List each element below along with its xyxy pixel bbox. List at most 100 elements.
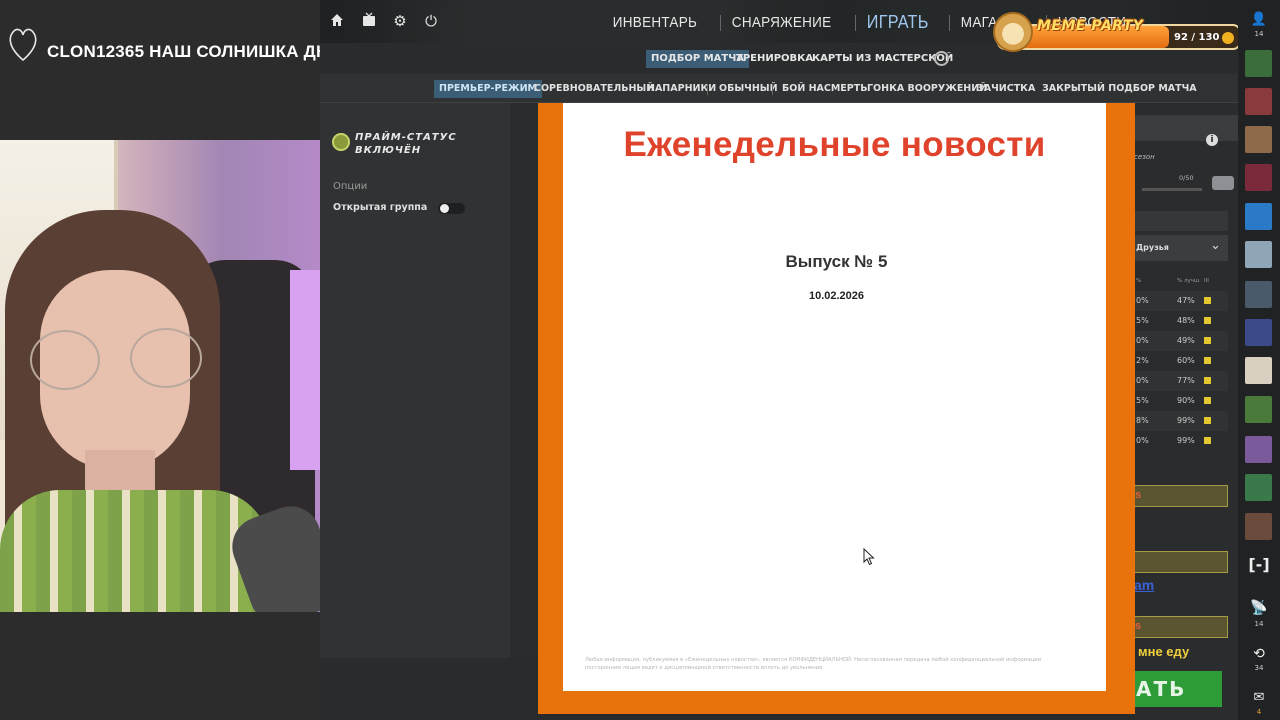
friend-row[interactable]: 5% 90% (1134, 391, 1228, 411)
menu-inventory[interactable]: ИНВЕНТАРЬ (602, 14, 708, 31)
doge-icon (993, 12, 1033, 52)
banner-message: CLON12365 НАШ СОЛНИШКА ДНЯ (47, 42, 341, 61)
avatar[interactable] (1245, 474, 1272, 501)
power-icon[interactable]: ⏻ (422, 12, 440, 30)
alert-link[interactable]: am (1134, 577, 1154, 593)
mode-retakes[interactable]: ЗАЧИСТКА (972, 80, 1040, 98)
meme-party-title: MEME PARTY (1037, 18, 1144, 34)
avatar[interactable] (1245, 281, 1272, 308)
prime-status-icon (332, 133, 350, 151)
friend-row[interactable]: 5% 48% (1134, 311, 1228, 331)
menu-play[interactable]: ИГРАТЬ (856, 12, 939, 33)
medal-icon (1204, 357, 1211, 364)
avatar[interactable] (1245, 513, 1272, 540)
avatar[interactable] (1245, 88, 1272, 115)
mode-premier[interactable]: ПРЕМЬЕР-РЕЖИМ (434, 80, 542, 98)
mode-divider (772, 84, 773, 95)
document-page: Еженедельные новости Выпуск № 5 10.02.20… (563, 103, 1106, 691)
broadcast-icon[interactable]: 📡 (1248, 600, 1270, 620)
globe-icon[interactable] (934, 51, 949, 66)
alert-row[interactable] (1134, 551, 1228, 573)
document-date: 10.02.2026 (808, 290, 865, 302)
webcam-sweater (0, 490, 270, 612)
column-header: % (1136, 278, 1142, 284)
avatar[interactable] (1245, 357, 1272, 384)
settings-gear-icon[interactable]: ⚙ (391, 12, 409, 30)
friend-row[interactable]: 0% 77% (1134, 371, 1228, 391)
season-progress-bar (1142, 188, 1202, 191)
friend-stat-b: 49% (1177, 336, 1195, 345)
medal-icon (1204, 317, 1211, 324)
alert-text: s (1135, 489, 1142, 501)
friend-stat-a: 5% (1136, 316, 1149, 325)
column-header: % лучш. (1177, 278, 1201, 284)
friend-row[interactable]: 0% 47% (1134, 291, 1228, 311)
document-title: Еженедельные новости (623, 125, 1046, 164)
tab-training[interactable]: ТРЕНИРОВКА (731, 50, 818, 68)
alert-row[interactable]: s (1134, 616, 1228, 638)
friend-stat-a: 2% (1136, 356, 1149, 365)
friends-dropdown[interactable]: Друзья ⌄ (1134, 235, 1228, 261)
friend-stat-b: 90% (1177, 396, 1195, 405)
options-label: Опции (333, 181, 368, 192)
column-header: ІІІ (1204, 278, 1209, 284)
webcam-glasses-left (30, 330, 100, 390)
mode-competitive[interactable]: СОРЕВНОВАТЕЛЬНЫЙ (529, 80, 659, 98)
medal-icon (1204, 437, 1211, 444)
avatar[interactable] (1245, 319, 1272, 346)
history-icon[interactable]: ⟲ (1248, 646, 1270, 666)
friend-stat-b: 47% (1177, 296, 1195, 305)
avatar[interactable] (1245, 241, 1272, 268)
mail-count: 4 (1256, 708, 1262, 716)
webcam-light (290, 270, 320, 470)
friend-row[interactable]: 0% 99% (1134, 431, 1228, 451)
avatar[interactable] (1245, 203, 1272, 230)
history-count: 34 (1254, 664, 1264, 672)
user-icon[interactable]: 👤 (1248, 12, 1270, 32)
medal-icon (1204, 417, 1211, 424)
tv-icon[interactable] (360, 12, 378, 30)
mail-icon[interactable]: ✉ (1248, 690, 1270, 710)
friend-stat-b: 99% (1177, 436, 1195, 445)
rank-header: i (1134, 115, 1238, 146)
mode-navigation: ПРЕМЬЕР-РЕЖИМ СОРЕВНОВАТЕЛЬНЫЙ НАПАРНИКИ… (320, 74, 1238, 103)
friend-stat-a: 0% (1136, 436, 1149, 445)
menu-loadout[interactable]: СНАРЯЖЕНИЕ (721, 14, 842, 31)
panel-row (1134, 211, 1228, 231)
avatar[interactable] (1245, 164, 1272, 191)
friend-stat-b: 60% (1177, 356, 1195, 365)
medal-icon (1204, 297, 1211, 304)
season-label: сезон (1134, 153, 1155, 161)
avatar[interactable] (1245, 126, 1272, 153)
avatar[interactable] (1245, 436, 1272, 463)
open-group-toggle[interactable] (438, 203, 465, 214)
rank-emblem-icon (1212, 176, 1234, 190)
home-icon[interactable] (328, 12, 346, 30)
prime-status-line2: ВКЛЮЧЁН (355, 145, 422, 156)
friend-row[interactable]: 0% 49% (1134, 331, 1228, 351)
friend-stat-a: 0% (1136, 336, 1149, 345)
connect-icon[interactable]: [-] (1248, 555, 1270, 575)
mode-deathmatch[interactable]: БОЙ НАСМЕРТЬ (777, 80, 872, 98)
open-group-label: Открытая группа (333, 202, 428, 213)
mode-private-matchmaking[interactable]: ЗАКРЫТЫЙ ПОДБОР МАТЧА (1037, 80, 1202, 98)
prime-status: ПРАЙМ-СТАТУС ВКЛЮЧЁН (355, 131, 457, 157)
avatar[interactable] (1245, 396, 1272, 423)
play-button[interactable]: АТЬ (1134, 671, 1222, 707)
info-icon[interactable]: i (1206, 134, 1218, 146)
chevron-down-icon[interactable]: ⌄ (1210, 238, 1221, 253)
friend-row[interactable]: 2% 60% (1134, 351, 1228, 371)
medal-icon (1204, 337, 1211, 344)
avatar[interactable] (1245, 50, 1272, 77)
alert-row[interactable]: s (1134, 485, 1228, 507)
document-footer: Любая информация, публикуемая в «Еженеде… (585, 657, 1042, 671)
webcam-glasses-right (130, 328, 202, 388)
mode-wingman[interactable]: НАПАРНИКИ (642, 80, 721, 98)
meme-party-count: 92 / 130 (1174, 32, 1220, 43)
friends-label: Друзья (1136, 243, 1169, 252)
friend-row[interactable]: 8% 99% (1134, 411, 1228, 431)
alert-text: s (1135, 620, 1142, 632)
stream-banner: CLON12365 НАШ СОЛНИШКА ДНЯ ★ (0, 0, 364, 140)
play-button-label: АТЬ (1136, 677, 1187, 701)
medal-icon (1204, 397, 1211, 404)
